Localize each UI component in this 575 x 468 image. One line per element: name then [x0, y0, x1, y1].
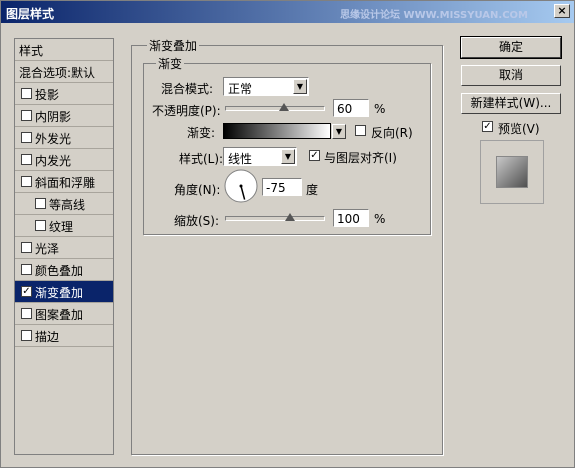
gradient-swatch[interactable] — [223, 123, 331, 139]
sidebar-item-12[interactable]: 图案叠加 — [15, 303, 113, 325]
angle-unit: 度 — [306, 183, 319, 197]
sidebar-item-label: 渐变叠加 — [35, 286, 84, 300]
opacity-label: 不透明度(P): — [152, 104, 221, 118]
scale-slider-thumb[interactable] — [284, 213, 295, 221]
angle-dial[interactable] — [223, 168, 259, 204]
opacity-slider[interactable] — [225, 106, 325, 111]
sidebar-item-9[interactable]: 光泽 — [15, 237, 113, 259]
scale-slider[interactable] — [225, 216, 325, 221]
style-list: 样式 混合选项:默认 投影 内阴影 外发光 内发光 斜面和浮雕 等高线 纹理 光泽 颜色叠加 ✓ 渐变叠… — [14, 38, 114, 455]
blend-mode-value: 正常 — [228, 82, 253, 96]
scale-label: 缩放(S): — [174, 214, 220, 228]
align-with-layer-checkbox[interactable]: ✓ — [309, 150, 320, 161]
sidebar-checkbox[interactable] — [21, 242, 32, 253]
blend-mode-label: 混合模式: — [161, 82, 214, 96]
sidebar-item-5[interactable]: 内发光 — [15, 149, 113, 171]
sidebar-item-7[interactable]: 等高线 — [15, 193, 113, 215]
subgroup-title: 渐变 — [156, 55, 185, 72]
gradient-label: 渐变: — [187, 126, 216, 140]
sidebar-item-4[interactable]: 外发光 — [15, 127, 113, 149]
sidebar-item-label: 颜色叠加 — [35, 264, 84, 278]
style-label: 样式(L): — [179, 152, 224, 166]
sidebar-checkbox[interactable] — [21, 308, 32, 319]
scale-value: 100 — [337, 212, 360, 226]
sidebar-checkbox[interactable] — [21, 264, 32, 275]
style-select[interactable]: 线性 ▼ — [223, 147, 297, 166]
sidebar-item-label: 外发光 — [35, 132, 72, 146]
sidebar-item-0[interactable]: 样式 — [15, 39, 113, 61]
sidebar-item-10[interactable]: 颜色叠加 — [15, 259, 113, 281]
sidebar-checkbox[interactable] — [21, 88, 32, 99]
opacity-unit: % — [374, 102, 386, 116]
sidebar-item-label: 样式 — [19, 44, 44, 58]
sidebar-checkbox[interactable] — [21, 110, 32, 121]
sidebar-item-label: 内发光 — [35, 154, 72, 168]
sidebar-item-6[interactable]: 斜面和浮雕 — [15, 171, 113, 193]
sidebar-item-label: 图案叠加 — [35, 308, 84, 322]
sidebar-item-label: 光泽 — [35, 242, 60, 256]
preview-label: 预览(V) — [498, 122, 540, 136]
scale-unit: % — [374, 212, 386, 226]
sidebar-item-13[interactable]: 描边 — [15, 325, 113, 347]
preview-checkbox[interactable]: ✓ — [482, 121, 493, 132]
sidebar-item-label: 内阴影 — [35, 110, 72, 124]
sidebar-item-label: 描边 — [35, 330, 60, 344]
blend-mode-select[interactable]: 正常 ▼ — [223, 77, 309, 96]
style-preview — [480, 140, 544, 204]
title-bar[interactable]: 图层样式 思缘设计论坛 WWW.MISSYUAN.COM × — [1, 1, 574, 23]
angle-input[interactable]: -75 — [262, 178, 302, 196]
chevron-down-icon[interactable]: ▼ — [281, 149, 295, 164]
sidebar-item-label: 投影 — [35, 88, 60, 102]
sidebar-item-8[interactable]: 纹理 — [15, 215, 113, 237]
sidebar-checkbox[interactable] — [21, 154, 32, 165]
window-title: 图层样式 — [6, 7, 55, 21]
opacity-input[interactable]: 60 — [333, 99, 369, 117]
style-value: 线性 — [228, 152, 253, 166]
sidebar-checkbox[interactable] — [21, 176, 32, 187]
opacity-value: 60 — [337, 102, 353, 116]
group-title: 渐变叠加 — [147, 37, 200, 54]
scale-input[interactable]: 100 — [333, 209, 369, 227]
align-with-layer-label: 与图层对齐(I) — [324, 151, 397, 165]
sidebar-item-label: 斜面和浮雕 — [35, 176, 96, 190]
sidebar-item-1[interactable]: 混合选项:默认 — [15, 61, 113, 83]
sidebar-checkbox[interactable] — [35, 220, 46, 231]
angle-value: -75 — [266, 181, 286, 195]
watermark-text: 思缘设计论坛 WWW.MISSYUAN.COM — [340, 10, 528, 21]
reverse-checkbox[interactable] — [355, 125, 366, 136]
preview-swatch — [496, 156, 528, 188]
cancel-button[interactable]: 取消 — [461, 65, 561, 86]
sidebar-item-11[interactable]: ✓ 渐变叠加 — [15, 281, 113, 303]
sidebar-checkbox[interactable]: ✓ — [21, 286, 32, 297]
chevron-down-icon[interactable]: ▼ — [293, 79, 307, 94]
reverse-label: 反向(R) — [371, 126, 413, 140]
sidebar-item-label: 纹理 — [49, 220, 74, 234]
sidebar-checkbox[interactable] — [21, 132, 32, 143]
angle-label: 角度(N): — [174, 183, 221, 197]
sidebar-checkbox[interactable] — [21, 330, 32, 341]
opacity-slider-thumb[interactable] — [278, 103, 289, 111]
ok-button[interactable]: 确定 — [460, 36, 562, 59]
sidebar-checkbox[interactable] — [35, 198, 46, 209]
sidebar-item-3[interactable]: 内阴影 — [15, 105, 113, 127]
new-style-button[interactable]: 新建样式(W)... — [461, 93, 561, 114]
sidebar-item-label: 等高线 — [49, 198, 86, 212]
layer-style-dialog: 图层样式 思缘设计论坛 WWW.MISSYUAN.COM × 样式混合选项:默认… — [0, 0, 575, 468]
sidebar-item-label: 混合选项:默认 — [19, 66, 96, 80]
sidebar-item-2[interactable]: 投影 — [15, 83, 113, 105]
gradient-dropdown-icon[interactable]: ▼ — [332, 124, 346, 139]
close-button[interactable]: × — [554, 4, 570, 18]
